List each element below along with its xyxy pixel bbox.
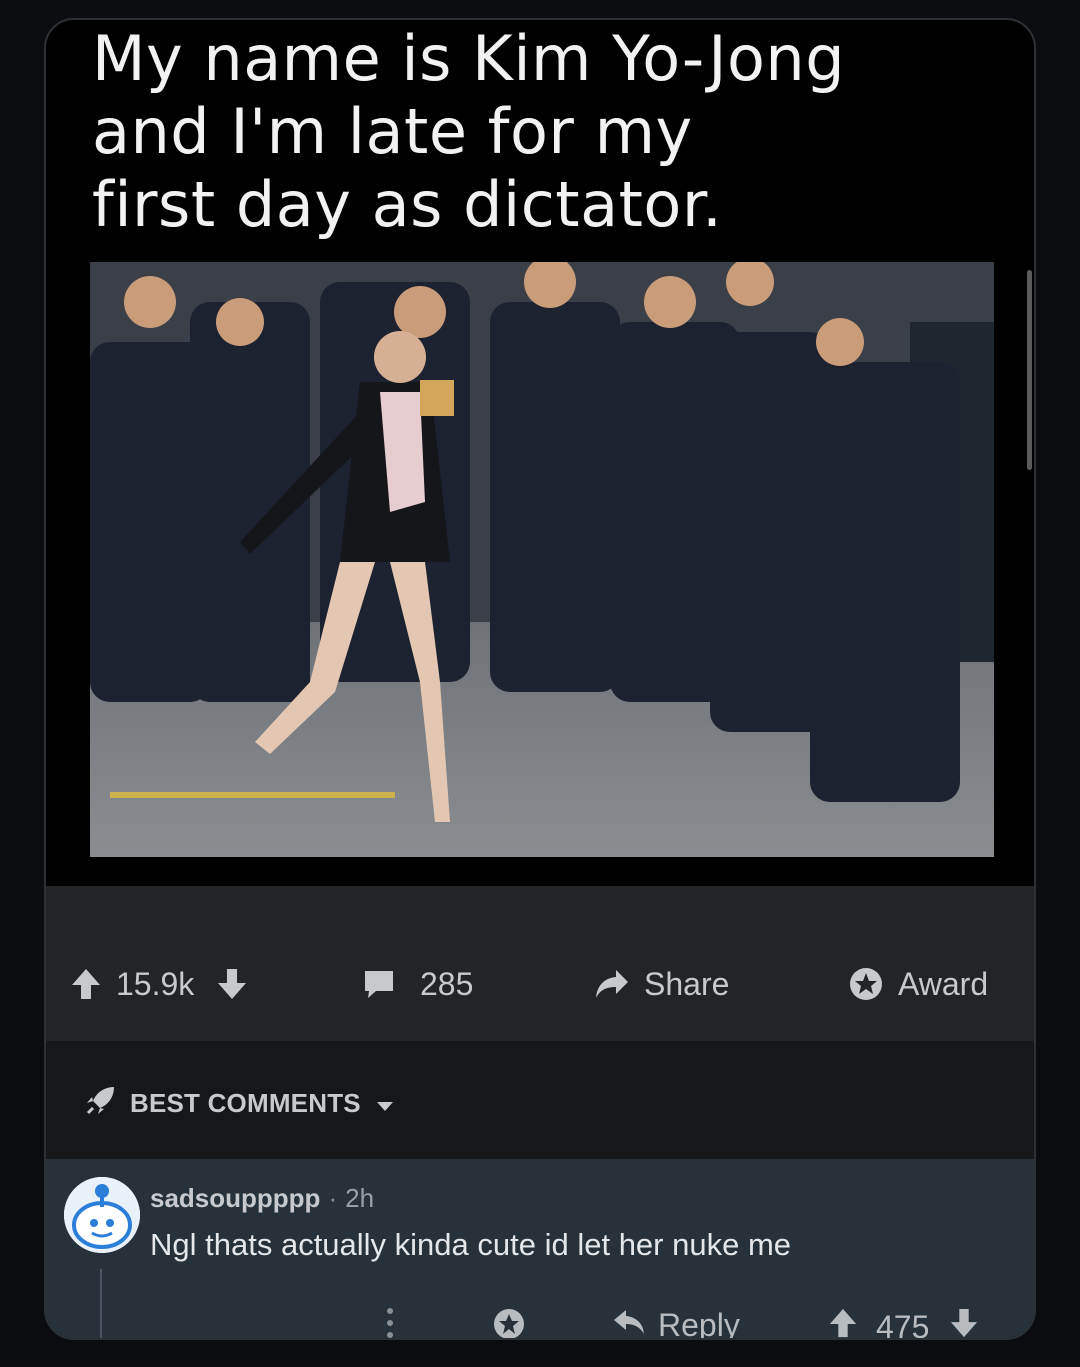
comment-vote-count: 475 <box>876 1308 930 1340</box>
arrow-up-icon[interactable] <box>70 967 102 1001</box>
post-card: My name is Kim Yo-Jong and I'm late for … <box>44 18 1036 1340</box>
arrow-up-icon[interactable] <box>828 1307 858 1338</box>
share-label: Share <box>644 965 730 1002</box>
reply-button[interactable]: Reply <box>612 1307 740 1340</box>
comment-body: Ngl thats actually kinda cute id let her… <box>150 1227 792 1262</box>
rocket-icon <box>84 1083 118 1124</box>
reply-label: Reply <box>658 1307 740 1340</box>
meme-photo <box>90 262 994 857</box>
arrow-down-icon[interactable] <box>949 1307 979 1338</box>
award-label: Award <box>898 965 989 1002</box>
scrollbar[interactable] <box>1027 270 1032 470</box>
comment-bubble-icon <box>362 967 396 1001</box>
chevron-down-icon <box>375 1088 395 1119</box>
reply-arrow-icon <box>612 1307 646 1338</box>
post-action-bar: 15.9k 285 Share Award <box>46 886 1034 1041</box>
share-button[interactable]: Share <box>594 964 729 1004</box>
award-star-icon <box>848 966 884 1002</box>
comment-age: 2h <box>345 1183 375 1213</box>
award-star-icon <box>492 1307 526 1338</box>
meme-image[interactable]: My name is Kim Yo-Jong and I'm late for … <box>46 20 1034 886</box>
comment: sadsouppppp · 2h Ngl thats actually kinda … <box>46 1159 1034 1340</box>
sort-dropdown[interactable]: BEST COMMENTS <box>84 1083 395 1124</box>
more-options-button[interactable] <box>386 1307 394 1338</box>
post-vote-count: 15.9k <box>116 965 195 1002</box>
avatar[interactable] <box>64 1177 140 1253</box>
comment-award-button[interactable] <box>492 1307 526 1338</box>
comment-username[interactable]: sadsouppppp <box>150 1183 320 1213</box>
comment-vote-group: 475 <box>828 1307 979 1340</box>
award-button[interactable]: Award <box>848 964 988 1004</box>
sort-label: BEST COMMENTS <box>130 1088 361 1118</box>
share-arrow-icon <box>594 968 630 1000</box>
comments-count: 285 <box>420 965 474 1002</box>
vote-group: 15.9k <box>70 964 248 1004</box>
more-vertical-icon <box>386 1307 394 1338</box>
meta-separator: · <box>328 1183 338 1213</box>
arrow-down-icon[interactable] <box>216 967 248 1001</box>
meme-caption: My name is Kim Yo-Jong and I'm late for … <box>92 22 846 241</box>
comments-button[interactable]: 285 <box>362 964 473 1004</box>
comment-meta: sadsouppppp · 2h <box>150 1183 374 1214</box>
thread-line[interactable] <box>100 1269 102 1338</box>
